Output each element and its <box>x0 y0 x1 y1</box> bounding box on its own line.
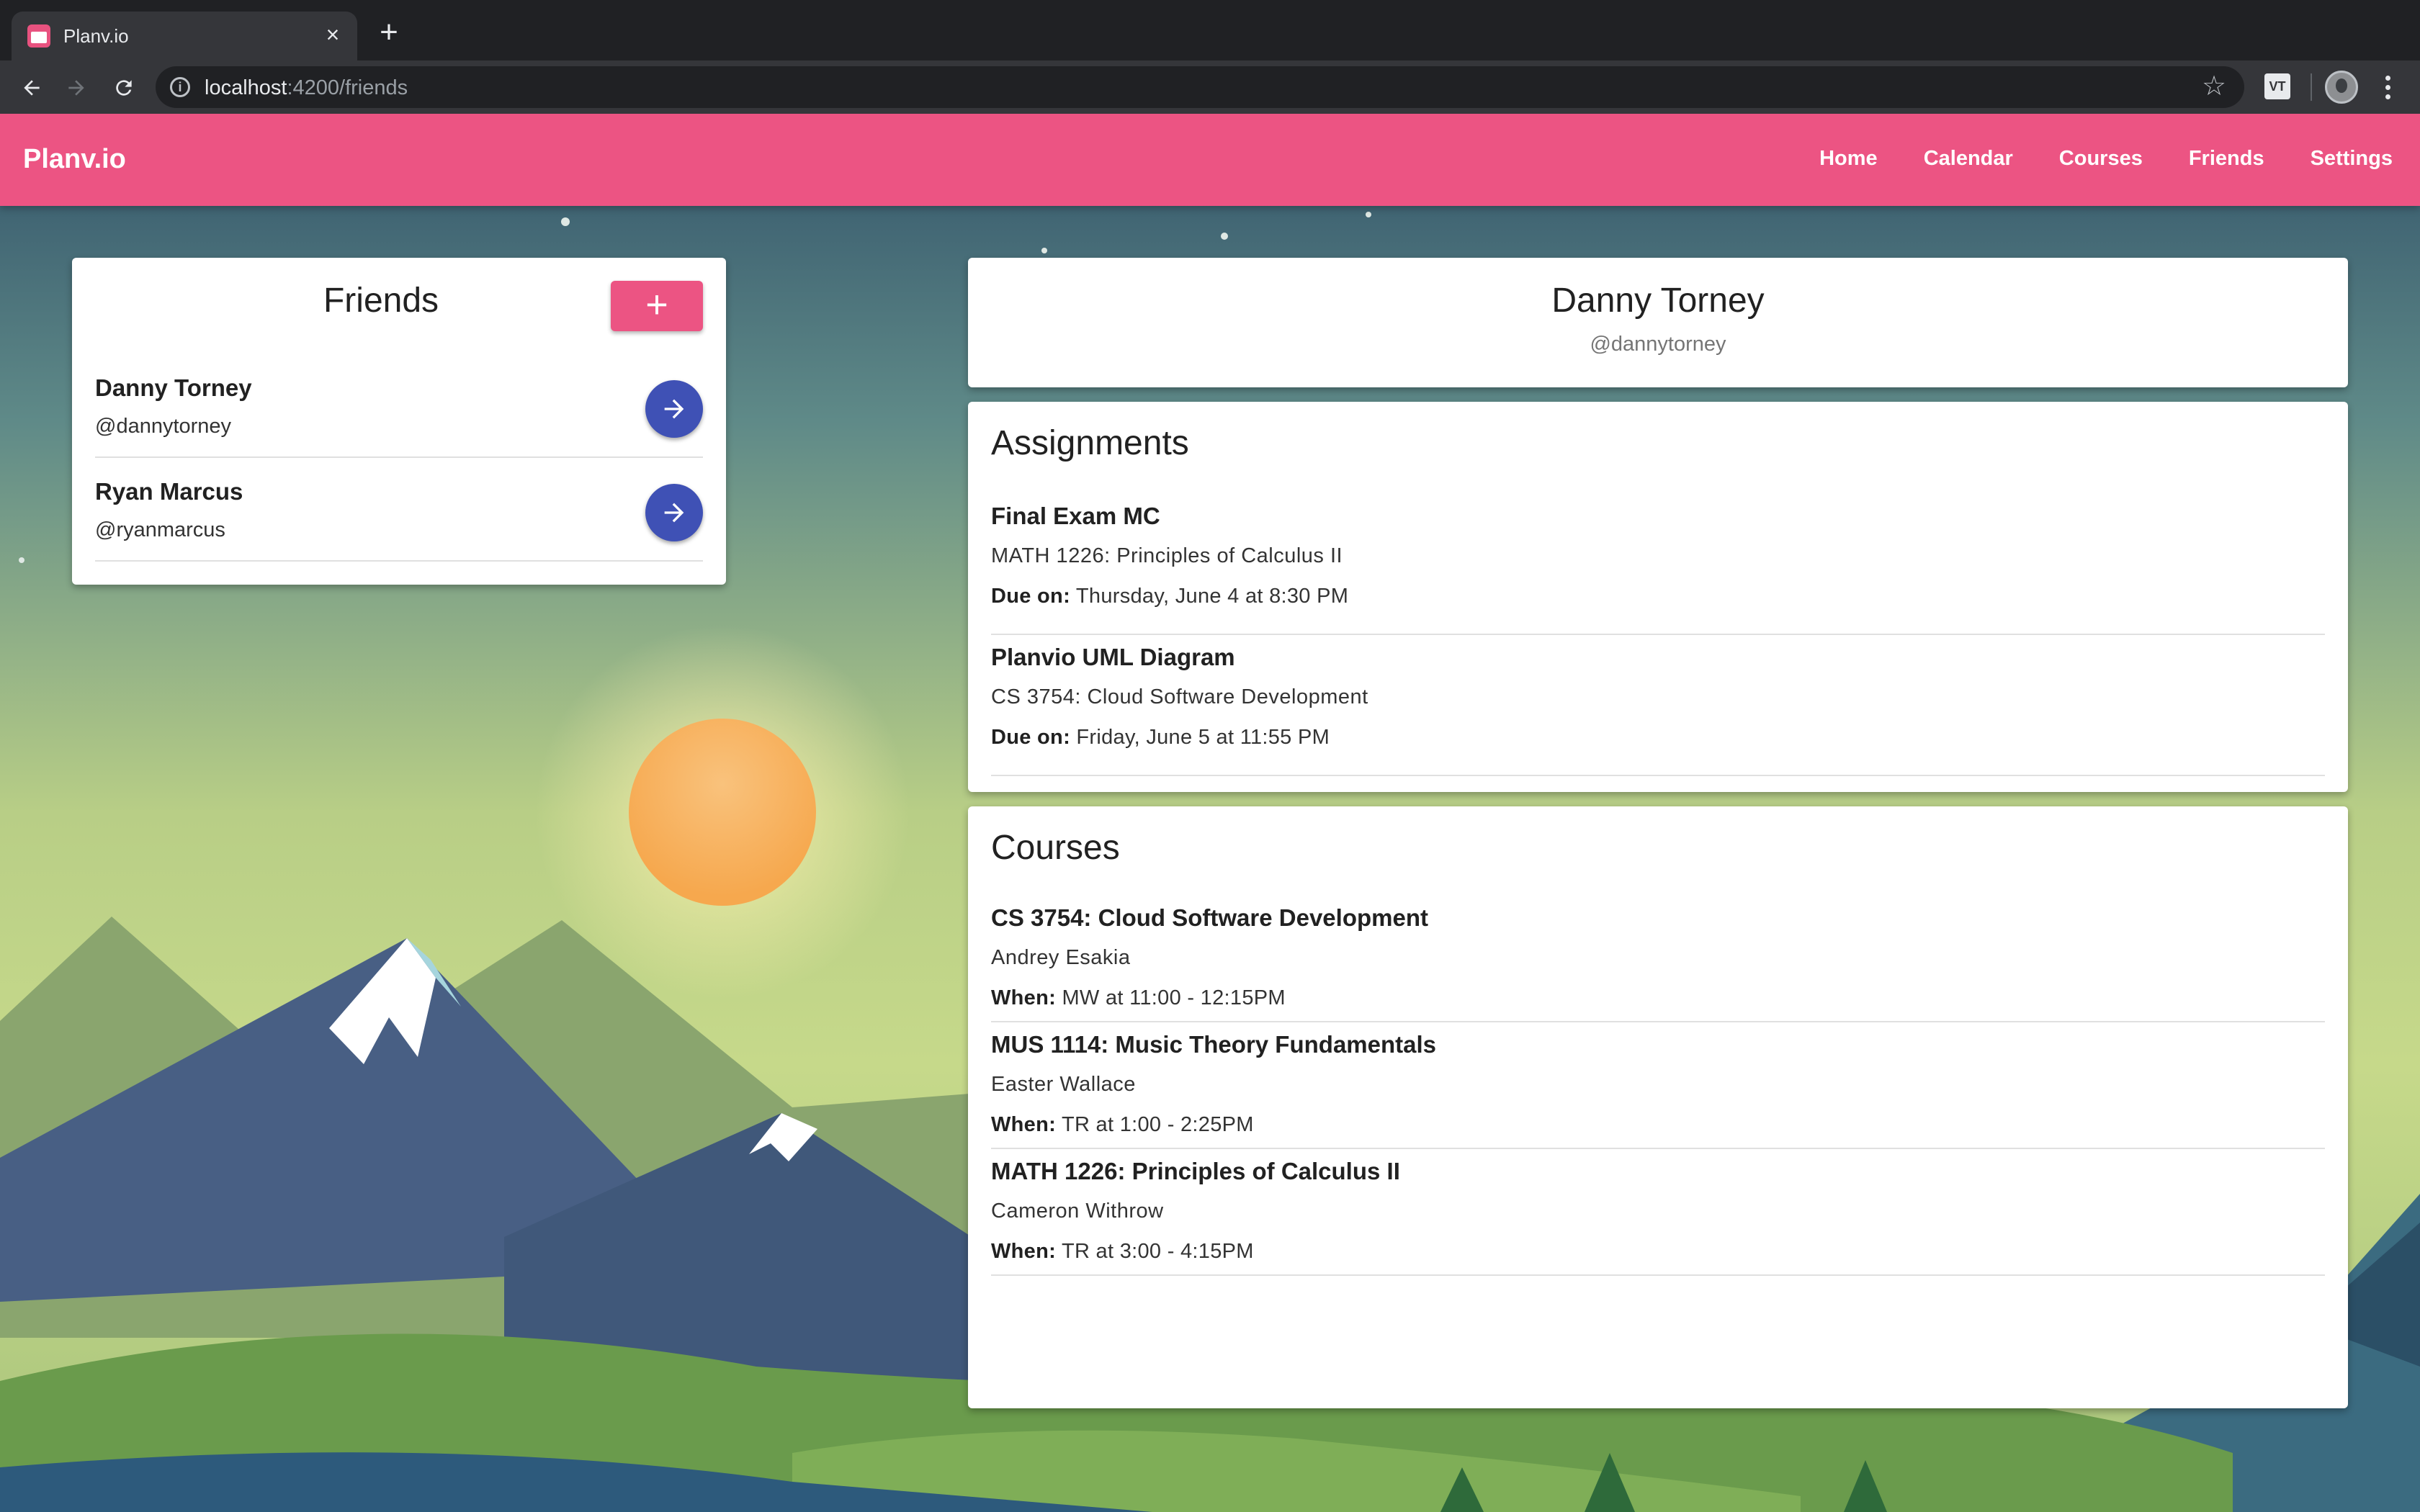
view-friend-button[interactable] <box>645 380 703 438</box>
new-tab-icon[interactable]: + <box>373 17 405 49</box>
address-bar[interactable]: i localhost:4200/friends ☆ <box>156 66 2244 108</box>
friends-card: Friends + Danny Torney @dannytorney Ryan… <box>72 258 726 585</box>
calendar-favicon-icon <box>27 24 50 48</box>
back-icon[interactable] <box>14 71 49 105</box>
reload-icon[interactable] <box>107 71 141 105</box>
browser-toolbar: i localhost:4200/friends ☆ VT <box>0 60 2420 114</box>
course-instructor: Easter Wallace <box>991 1073 1136 1096</box>
assignments-card: Assignments Final Exam MC MATH 1226: Pri… <box>968 402 2348 792</box>
nav-calendar[interactable]: Calendar <box>1924 147 2013 171</box>
assignment-item: Planvio UML Diagram CS 3754: Cloud Softw… <box>991 635 2325 776</box>
forward-icon[interactable] <box>59 71 94 105</box>
assignment-title: Final Exam MC <box>991 503 1160 529</box>
extension-icon[interactable]: VT <box>2264 73 2290 99</box>
arrow-right-icon <box>664 503 684 523</box>
courses-card: Courses CS 3754: Cloud Software Developm… <box>968 806 2348 1408</box>
profile-header-card: Danny Torney @dannytorney <box>968 258 2348 387</box>
assignment-course: CS 3754: Cloud Software Development <box>991 685 1368 708</box>
assignment-title: Planvio UML Diagram <box>991 644 1235 670</box>
assignment-due: Due on: Friday, June 5 at 11:55 PM <box>991 726 1330 749</box>
course-item: MATH 1226: Principles of Calculus II Cam… <box>991 1149 2325 1276</box>
toolbar-divider <box>2311 73 2312 101</box>
nav-courses[interactable]: Courses <box>2059 147 2143 171</box>
browser-tabstrip: Planv.io × + <box>0 0 2420 60</box>
add-friend-button[interactable]: + <box>611 281 703 331</box>
assignments-title: Assignments <box>991 424 1189 462</box>
course-item: MUS 1114: Music Theory Fundamentals East… <box>991 1022 2325 1149</box>
page-viewport: Planv.io Home Calendar Courses Friends S… <box>0 114 2420 1512</box>
course-when: When: TR at 1:00 - 2:25PM <box>991 1113 1254 1136</box>
course-item: CS 3754: Cloud Software Development Andr… <box>991 896 2325 1022</box>
friend-name: Ryan Marcus <box>95 478 243 505</box>
view-friend-button[interactable] <box>645 484 703 541</box>
nav-home[interactable]: Home <box>1819 147 1878 171</box>
course-title: MATH 1226: Principles of Calculus II <box>991 1158 1400 1184</box>
course-when: When: TR at 3:00 - 4:15PM <box>991 1240 1254 1263</box>
friend-row[interactable]: Danny Torney @dannytorney <box>95 354 703 458</box>
friend-handle: @dannytorney <box>95 415 232 438</box>
course-instructor: Andrey Esakia <box>991 946 1131 969</box>
courses-title: Courses <box>991 829 1120 867</box>
brand-logo[interactable]: Planv.io <box>23 144 126 175</box>
info-icon[interactable]: i <box>170 77 190 97</box>
friend-row[interactable]: Ryan Marcus @ryanmarcus <box>95 458 703 562</box>
more-menu-icon[interactable] <box>2377 71 2398 104</box>
assignment-course: MATH 1226: Principles of Calculus II <box>991 544 1343 567</box>
assignment-item: Final Exam MC MATH 1226: Principles of C… <box>991 494 2325 635</box>
tab-title: Planv.io <box>63 25 129 47</box>
assignment-due: Due on: Thursday, June 4 at 8:30 PM <box>991 585 1349 608</box>
browser-tab[interactable]: Planv.io × <box>12 12 357 60</box>
profile-handle: @dannytorney <box>1590 333 1726 356</box>
nav-friends[interactable]: Friends <box>2189 147 2264 171</box>
friend-handle: @ryanmarcus <box>95 518 225 541</box>
url-text[interactable]: localhost:4200/friends <box>205 76 408 100</box>
friends-title: Friends <box>323 282 439 320</box>
course-instructor: Cameron Withrow <box>991 1200 1164 1223</box>
close-icon[interactable]: × <box>320 22 346 48</box>
friend-name: Danny Torney <box>95 374 252 401</box>
main-nav: Home Calendar Courses Friends Settings <box>1819 147 2393 171</box>
course-when: When: MW at 11:00 - 12:15PM <box>991 986 1286 1009</box>
nav-settings[interactable]: Settings <box>2311 147 2393 171</box>
course-title: CS 3754: Cloud Software Development <box>991 904 1428 931</box>
bookmark-star-icon[interactable]: ☆ <box>2200 72 2228 101</box>
profile-avatar[interactable] <box>2325 71 2358 104</box>
profile-name: Danny Torney <box>1551 282 1765 320</box>
arrow-right-icon <box>664 399 684 419</box>
course-title: MUS 1114: Music Theory Fundamentals <box>991 1031 1437 1058</box>
app-navbar: Planv.io Home Calendar Courses Friends S… <box>0 114 2420 206</box>
